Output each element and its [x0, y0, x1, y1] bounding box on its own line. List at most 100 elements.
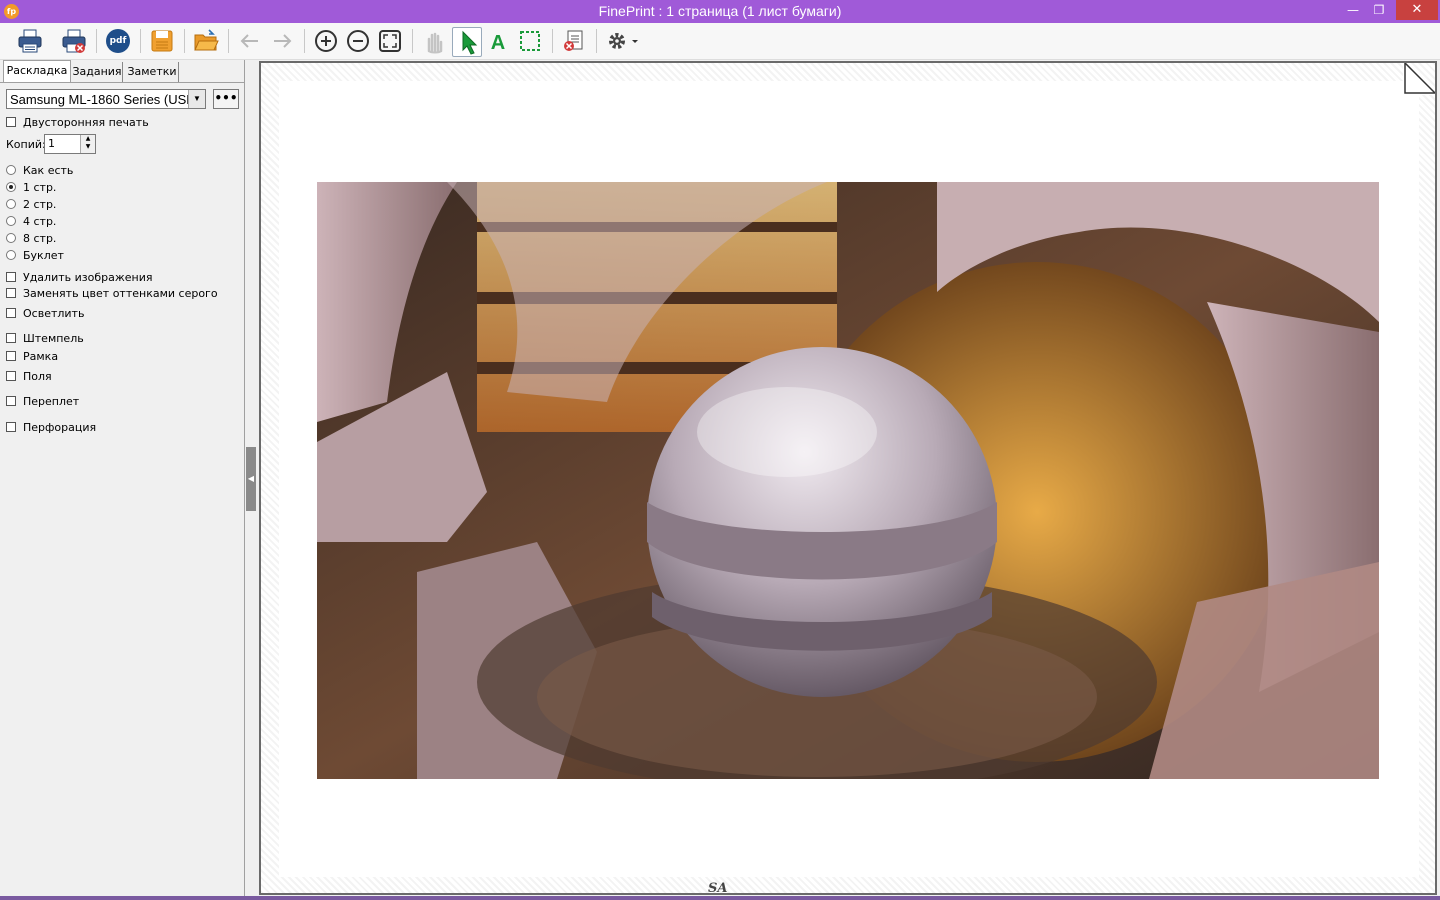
- copies-label: Копий:: [6, 138, 46, 151]
- checkbox-box[interactable]: [6, 333, 16, 343]
- hand-tool-button[interactable]: [420, 27, 448, 55]
- checkbox-label: Штемпель: [23, 332, 84, 345]
- printer-select-value: Samsung ML-1860 Series (USB: [10, 92, 195, 107]
- select-region-icon: [520, 31, 540, 51]
- checkbox-label: Заменять цвет оттенками серого: [23, 287, 218, 300]
- checkbox-box[interactable]: [6, 396, 16, 406]
- save-icon: [151, 30, 173, 52]
- checkbox-box[interactable]: [6, 288, 16, 298]
- tab-layout[interactable]: Раскладка: [3, 60, 71, 83]
- toolbar-separator: [552, 29, 553, 53]
- page-preview[interactable]: [259, 61, 1437, 895]
- toolbar-separator: [304, 29, 305, 53]
- app-watermark: SA: [708, 881, 728, 896]
- margins-checkbox[interactable]: Поля: [6, 370, 52, 384]
- save-button[interactable]: [148, 27, 176, 55]
- layout-radio-1-page[interactable]: 1 стр.: [6, 181, 56, 195]
- toolbar-separator: [228, 29, 229, 53]
- printer-select[interactable]: Samsung ML-1860 Series (USB ▼: [6, 89, 206, 109]
- radio-button[interactable]: [6, 199, 16, 209]
- checkbox-box[interactable]: [6, 351, 16, 361]
- back-button[interactable]: [236, 27, 264, 55]
- checkbox-label: Перфорация: [23, 421, 97, 434]
- perforation-checkbox[interactable]: Перфорация: [6, 421, 96, 435]
- checkbox-label: Переплет: [23, 395, 80, 408]
- close-button[interactable]: ✕: [1396, 0, 1438, 20]
- radio-button[interactable]: [6, 216, 16, 226]
- radio-button[interactable]: [6, 233, 16, 243]
- copies-stepper[interactable]: 1 ▲ ▼: [44, 134, 96, 154]
- checkbox-box[interactable]: [6, 422, 16, 432]
- panel-collapse-handle[interactable]: ◀: [246, 447, 256, 511]
- toolbar-separator: [140, 29, 141, 53]
- toolbar-separator: [412, 29, 413, 53]
- tab-divider: [0, 82, 244, 83]
- select-region-button[interactable]: [516, 27, 544, 55]
- layout-radio-booklet[interactable]: Буклет: [6, 249, 64, 263]
- layout-radio-4-pages[interactable]: 4 стр.: [6, 215, 56, 229]
- layout-radio-label: 1 стр.: [23, 181, 57, 194]
- layout-radio-2-pages[interactable]: 2 стр.: [6, 198, 56, 212]
- pdf-icon-label: pdf: [110, 36, 127, 46]
- text-tool-button[interactable]: A: [484, 27, 512, 55]
- delete-page-button[interactable]: [560, 27, 588, 55]
- fit-page-button[interactable]: [376, 27, 404, 55]
- chevron-down-icon[interactable]: ▼: [188, 90, 205, 108]
- toolbar: pdf A: [0, 23, 1440, 60]
- minimize-button[interactable]: —: [1340, 0, 1366, 20]
- duplex-checkbox[interactable]: Двусторонняя печать: [6, 116, 149, 130]
- layout-radio-8-pages[interactable]: 8 стр.: [6, 232, 56, 246]
- zoom-out-icon: [347, 30, 369, 52]
- print-delete-button[interactable]: [60, 27, 88, 55]
- layout-radio-as-is[interactable]: Как есть: [6, 164, 73, 178]
- radio-button[interactable]: [6, 182, 16, 192]
- pdf-button[interactable]: pdf: [104, 27, 132, 55]
- text-icon: A: [491, 32, 505, 54]
- bottom-edge: [0, 896, 1440, 900]
- hand-icon: [427, 32, 443, 54]
- layout-panel: Раскладка Задания Заметки Samsung ML-186…: [0, 60, 245, 900]
- spin-arrows-icon[interactable]: ▲ ▼: [80, 135, 95, 153]
- checkbox-label: Осветлить: [23, 307, 85, 320]
- checkbox-box[interactable]: [6, 308, 16, 318]
- zoom-out-button[interactable]: [344, 27, 372, 55]
- preview-image: [317, 182, 1379, 779]
- settings-button[interactable]: [604, 27, 644, 55]
- open-button[interactable]: [192, 27, 220, 55]
- radio-button[interactable]: [6, 165, 16, 175]
- checkbox-label: Поля: [23, 370, 52, 383]
- printer-properties-button[interactable]: •••: [213, 89, 239, 109]
- text-icon-label: A: [491, 32, 505, 54]
- toolbar-separator: [596, 29, 597, 53]
- zoom-in-button[interactable]: [312, 27, 340, 55]
- pointer-icon: [462, 30, 478, 55]
- tab-jobs[interactable]: Задания: [72, 62, 123, 82]
- pointer-tool-button[interactable]: [452, 27, 482, 57]
- copies-value: 1: [48, 137, 55, 150]
- print-button[interactable]: [16, 27, 44, 55]
- tab-notes[interactable]: Заметки: [126, 62, 179, 82]
- radio-button[interactable]: [6, 250, 16, 260]
- frame-checkbox[interactable]: Рамка: [6, 350, 58, 364]
- arrow-left-icon: [240, 34, 258, 48]
- open-folder-icon: [194, 29, 219, 51]
- binding-checkbox[interactable]: Переплет: [6, 395, 79, 409]
- title-bar: fp FinePrint : 1 страница (1 лист бумаги…: [0, 0, 1440, 23]
- grayscale-checkbox[interactable]: Заменять цвет оттенками серого: [6, 287, 218, 301]
- checkbox-box[interactable]: [6, 117, 16, 127]
- window-title: FinePrint : 1 страница (1 лист бумаги): [598, 3, 842, 19]
- checkbox-box[interactable]: [6, 371, 16, 381]
- lighten-checkbox[interactable]: Осветлить: [6, 307, 84, 321]
- checkbox-box[interactable]: [6, 272, 16, 282]
- fit-page-icon: [379, 30, 401, 52]
- layout-radio-label: Как есть: [23, 164, 74, 177]
- layout-radio-label: 2 стр.: [23, 198, 57, 211]
- toolbar-separator: [184, 29, 185, 53]
- checkbox-label: Рамка: [23, 350, 59, 363]
- remove-images-checkbox[interactable]: Удалить изображения: [6, 271, 153, 285]
- maximize-button[interactable]: ❐: [1366, 0, 1392, 20]
- pdf-icon: pdf: [106, 29, 130, 53]
- layout-radio-label: 8 стр.: [23, 232, 57, 245]
- stamp-checkbox[interactable]: Штемпель: [6, 332, 84, 346]
- forward-button[interactable]: [268, 27, 296, 55]
